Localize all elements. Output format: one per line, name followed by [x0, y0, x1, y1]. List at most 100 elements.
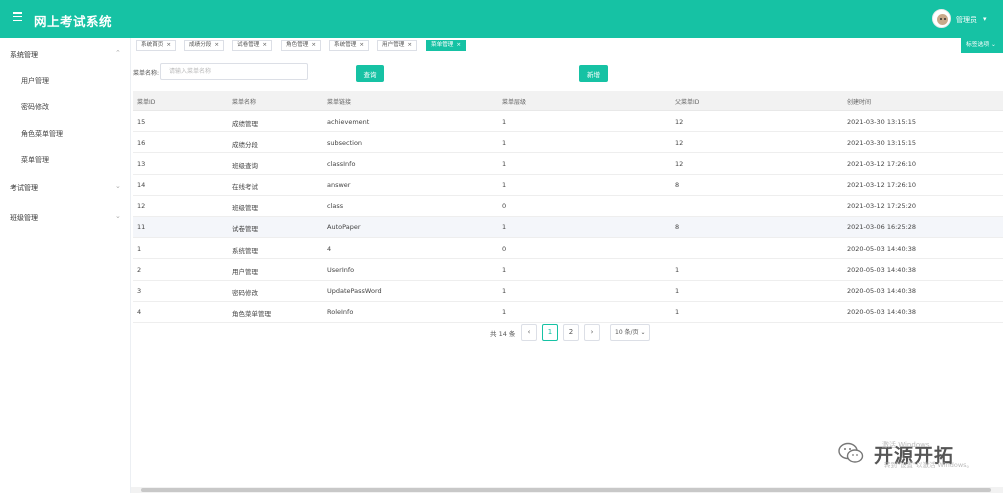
user-name[interactable]: 管理员 — [956, 15, 977, 25]
sidebar: 系统管理 ⌃ 用户管理 密码修改 角色菜单管理 菜单管理 考试管理 ⌄ 班级管理… — [0, 38, 131, 493]
table-cell: 角色菜单管理 — [232, 310, 271, 319]
table-cell: 12 — [675, 138, 684, 147]
prev-page-button[interactable]: ‹ — [521, 324, 537, 341]
column-header[interactable]: 菜单名称 — [232, 97, 256, 106]
close-icon[interactable]: × — [359, 42, 364, 48]
tab-system[interactable]: 系统管理 × — [329, 40, 370, 51]
sidebar-item-role-menu[interactable]: 角色菜单管理 — [0, 121, 131, 147]
table-row[interactable]: 13 班级查询 classInfo 1 12 2021-03-12 17:26:10 — [133, 153, 1003, 175]
table-row[interactable]: 15 成绩管理 achievement 1 12 2021-03-30 13:15:15 — [133, 111, 1003, 133]
menu-name-search-input[interactable] — [160, 63, 308, 80]
sidebar-item-user[interactable]: 用户管理 — [0, 68, 131, 94]
table-row[interactable]: 4 角色菜单管理 RoleInfo 1 1 2020-05-03 14:40:38 — [133, 301, 1003, 323]
table-row[interactable]: 3 密码修改 UpdatePassWord 1 1 2020-05-03 14:40:38 — [133, 280, 1003, 302]
next-page-button[interactable]: › — [584, 324, 600, 341]
table-cell: 3 — [137, 287, 142, 295]
tab-score-segment[interactable]: 成绩分段 × — [184, 40, 225, 51]
page-button-2[interactable]: 2 — [563, 324, 579, 341]
table-cell: 16 — [137, 138, 146, 147]
column-header[interactable]: 菜单链接 — [327, 97, 351, 106]
tab-home[interactable]: 系统首页 × — [136, 40, 177, 51]
table-row[interactable]: 1 系统管理 4 0 2020-05-03 14:40:38 — [133, 238, 1003, 260]
table-cell: 12 — [675, 117, 684, 126]
table-cell: 1 — [502, 287, 507, 295]
column-header[interactable]: 菜单层级 — [502, 97, 526, 106]
top-header: 网上考试系统 管理员 ▾ — [0, 0, 1003, 38]
pagination: 共 14 条 ‹ 1 2 › 10 条/页 ⌄ — [490, 324, 660, 341]
sidebar-group-exam[interactable]: 考试管理 ⌄ — [0, 175, 131, 201]
table-cell: 15 — [137, 117, 146, 126]
table-cell: 2020-05-03 14:40:38 — [847, 244, 917, 253]
tab-menu[interactable]: 菜单管理 × — [426, 40, 467, 51]
table-cell: 班级查询 — [232, 161, 258, 170]
table-cell: 2021-03-12 17:26:10 — [847, 181, 917, 190]
activation-notice: 激活 Windows — [882, 441, 930, 449]
column-header[interactable]: 菜单ID — [137, 97, 155, 106]
close-icon[interactable]: × — [262, 42, 267, 48]
tab-options-button[interactable]: 标签选项 ⌄ — [961, 38, 1003, 53]
table-cell: 2021-03-06 16:25:28 — [847, 223, 917, 232]
table-cell: class — [327, 202, 344, 211]
table-cell: 4 — [327, 244, 332, 253]
total-count: 共 14 条 — [490, 330, 516, 338]
table-row[interactable]: 11 试卷管理 AutoPaper 1 8 2021-03-06 16:25:28 — [133, 216, 1003, 239]
table-cell: 13 — [137, 159, 146, 168]
tab-label: 菜单管理 — [431, 42, 454, 48]
menu-table: 菜单ID 菜单名称 菜单链接 菜单层级 父菜单ID 创建时间 15 成绩管理 ach… — [133, 91, 1003, 323]
sidebar-group-label: 考试管理 — [10, 184, 38, 192]
page-button-1[interactable]: 1 — [542, 324, 558, 341]
tab-paper[interactable]: 试卷管理 × — [232, 40, 273, 51]
avatar[interactable] — [932, 9, 951, 28]
tab-role[interactable]: 角色管理 × — [281, 40, 322, 51]
table-cell: achievement — [327, 117, 370, 126]
table-cell: 0 — [502, 244, 507, 253]
sidebar-item-label: 角色菜单管理 — [21, 130, 63, 138]
page-size-select[interactable]: 10 条/页 ⌄ — [610, 324, 650, 341]
close-icon[interactable]: × — [311, 42, 316, 48]
table-cell: 1 — [502, 223, 507, 232]
table-row[interactable]: 12 班级管理 class 0 2021-03-12 17:25:20 — [133, 195, 1003, 217]
add-button[interactable]: 新增 — [579, 65, 608, 82]
table-cell: answer — [327, 181, 351, 190]
table-cell: 1 — [675, 287, 680, 295]
close-icon[interactable]: × — [166, 42, 171, 48]
table-cell: 成绩分段 — [232, 140, 258, 149]
sidebar-item-password[interactable]: 密码修改 — [0, 94, 131, 120]
sidebar-item-label: 菜单管理 — [21, 156, 49, 164]
table-cell: 系统管理 — [232, 246, 258, 255]
table-cell: 4 — [137, 308, 142, 317]
horizontal-scrollbar[interactable] — [131, 487, 1003, 493]
sidebar-item-menu[interactable]: 菜单管理 — [0, 147, 131, 173]
sidebar-group-class[interactable]: 班级管理 ⌄ — [0, 205, 131, 231]
table-cell: 8 — [675, 181, 680, 190]
table-cell: 2020-05-03 14:40:38 — [847, 308, 917, 317]
table-cell: 8 — [675, 223, 680, 232]
table-header: 菜单ID 菜单名称 菜单链接 菜单层级 父菜单ID 创建时间 — [133, 91, 1003, 111]
table-cell: AutoPaper — [327, 223, 361, 232]
table-row[interactable]: 16 成绩分段 subsection 1 12 2021-03-30 13:15:15 — [133, 132, 1003, 154]
column-header[interactable]: 父菜单ID — [675, 97, 699, 106]
table-cell: 在线考试 — [232, 183, 258, 192]
close-icon[interactable]: × — [456, 42, 461, 48]
table-cell: 2021-03-12 17:25:20 — [847, 202, 917, 211]
sidebar-group-system[interactable]: 系统管理 ⌃ — [0, 42, 131, 68]
tab-user[interactable]: 用户管理 × — [377, 40, 418, 51]
table-row[interactable]: 2 用户管理 UserInfo 1 1 2020-05-03 14:40:38 — [133, 259, 1003, 281]
table-cell: 班级管理 — [232, 204, 258, 213]
table-cell: 2021-03-30 13:15:15 — [847, 117, 917, 126]
hamburger-menu-icon[interactable] — [13, 12, 22, 22]
close-icon[interactable]: × — [407, 42, 412, 48]
query-button[interactable]: 查询 — [356, 65, 384, 82]
app-title: 网上考试系统 — [34, 14, 113, 29]
table-cell: 11 — [137, 223, 146, 232]
user-dropdown-caret-icon[interactable]: ▾ — [983, 15, 987, 23]
tab-label: 角色管理 — [286, 42, 309, 48]
table-cell: 14 — [137, 181, 146, 190]
chevron-down-icon: ⌄ — [115, 182, 121, 190]
table-row[interactable]: 14 在线考试 answer 1 8 2021-03-12 17:26:10 — [133, 174, 1003, 196]
column-header[interactable]: 创建时间 — [847, 97, 871, 106]
scrollbar-thumb[interactable] — [141, 488, 991, 492]
close-icon[interactable]: × — [214, 42, 219, 48]
sidebar-group-label: 班级管理 — [10, 214, 38, 222]
tab-label: 成绩分段 — [189, 42, 212, 48]
